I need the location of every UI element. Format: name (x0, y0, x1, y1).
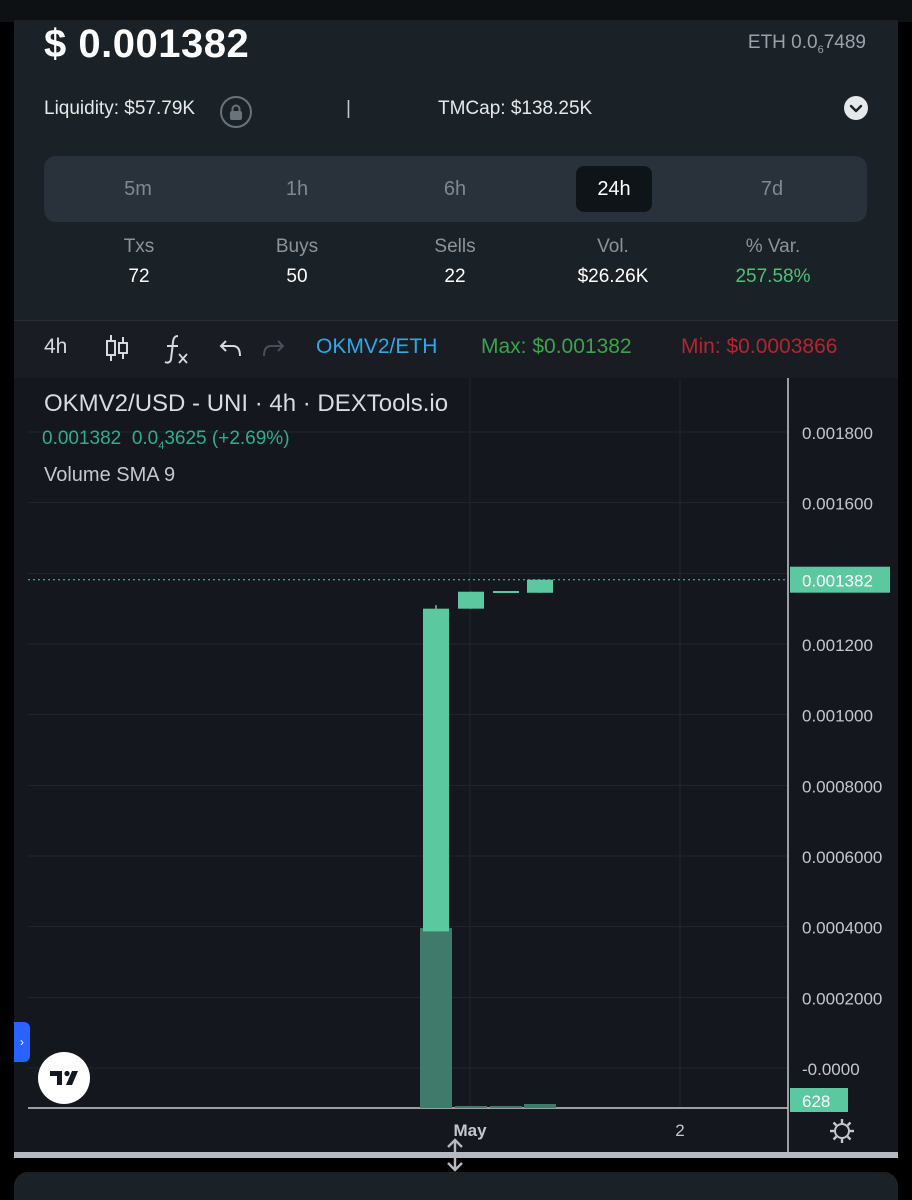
tmcap-value: TMCap: $138.25K (438, 98, 593, 119)
undo-icon[interactable] (218, 337, 244, 367)
indicators-icon[interactable] (162, 333, 190, 371)
chart-toolbar: 4h OKMV2/ETH Max: $0.001382 Min: $0.0003… (14, 320, 898, 378)
top-strip (0, 0, 912, 22)
tradingview-logo (38, 1052, 90, 1104)
redo-icon[interactable] (260, 337, 286, 367)
volume-bar (524, 1103, 556, 1108)
y-tick-label: 0.0008000 (802, 777, 882, 796)
stat-label: % Var. (745, 236, 801, 257)
bottom-panel (14, 1172, 898, 1200)
timeframe-selector: 5m 1h 6h 24h 7d (44, 156, 867, 222)
candle (423, 608, 449, 932)
y-tick-label: 0.0002000 (802, 989, 882, 1008)
stat-value: 72 (128, 266, 150, 287)
stat-sells: Sells 22 (380, 236, 530, 288)
stat-label: Vol. (597, 236, 629, 257)
stat-value: $26.26K (577, 266, 649, 287)
max-price-label: Max: $0.001382 (481, 335, 632, 358)
price-chart[interactable]: 0.001800 0.001600 0.001200 0.001000 0.000800… (14, 378, 898, 1156)
stats-row: Txs 72 Buys 50 Sells 22 Vol. $26.26K % V… (44, 236, 867, 296)
stat-value: 22 (444, 266, 466, 287)
sidebar-toggle-handle[interactable]: › (14, 1022, 30, 1062)
y-tick-label: 0.001600 (802, 495, 873, 514)
stat-label: Buys (275, 236, 319, 257)
y-tick-label: 0.0004000 (802, 919, 882, 938)
chart-legend-title: OKMV2/USD - UNI · 4h · DEXTools.io (44, 390, 449, 417)
interval-button[interactable]: 4h (44, 335, 67, 359)
tab-6h[interactable]: 6h (417, 166, 493, 212)
y-tick-label: -0.0000 (802, 1060, 860, 1079)
volume-indicator-label: Volume SMA 9 (44, 464, 176, 486)
token-info-panel: $ 0.001382 ETH 0.067489 Liquidity: $57.7… (14, 20, 898, 320)
chart-canvas[interactable]: 0.001800 0.001600 0.001200 0.001000 0.000800… (14, 378, 898, 1156)
tab-24h[interactable]: 24h (576, 166, 652, 212)
candle (527, 579, 553, 593)
stat-label: Txs (123, 236, 155, 257)
separator: | (346, 98, 351, 119)
y-tick-label: 0.0006000 (802, 848, 882, 867)
lock-icon[interactable] (220, 96, 252, 128)
candles-icon[interactable] (104, 333, 130, 369)
volume-bar (490, 1106, 522, 1108)
volume-label: 628 (802, 1092, 830, 1111)
stat-value: 50 (286, 266, 308, 287)
chart-legend-values: 0.001382 0.043625 (+2.69%) (42, 428, 290, 452)
y-tick-label: 0.001200 (802, 636, 873, 655)
tab-5m[interactable]: 5m (100, 166, 176, 212)
stat-buys: Buys 50 (222, 236, 372, 288)
resize-handle-icon[interactable] (444, 1138, 466, 1172)
tab-7d[interactable]: 7d (734, 166, 810, 212)
chevron-down-icon[interactable] (844, 96, 868, 120)
candle (458, 591, 484, 609)
current-price-label: 0.001382 (802, 572, 873, 591)
y-tick-label: 0.001000 (802, 707, 873, 726)
gear-icon[interactable] (830, 1119, 854, 1143)
token-price: $ 0.001382 (44, 22, 250, 66)
liquidity-row: Liquidity: $57.79K | TMCap: $138.25K (44, 96, 874, 128)
stat-label: Sells (434, 236, 476, 257)
tab-1h[interactable]: 1h (259, 166, 335, 212)
eth-price: ETH 0.067489 (747, 32, 866, 56)
pair-button[interactable]: OKMV2/ETH (316, 335, 437, 359)
x-tick-label: 2 (675, 1121, 684, 1140)
y-tick-label: 0.001800 (802, 424, 873, 443)
candle (493, 591, 519, 593)
stat-volume: Vol. $26.26K (538, 236, 688, 288)
liquidity-value: Liquidity: $57.79K (44, 98, 196, 119)
stat-txs: Txs 72 (64, 236, 214, 288)
stat-value: 257.58% (735, 266, 811, 287)
min-price-label: Min: $0.0003866 (681, 335, 838, 358)
volume-bar (455, 1106, 487, 1108)
volume-bar (420, 928, 452, 1108)
stat-var: % Var. 257.58% (698, 236, 848, 288)
